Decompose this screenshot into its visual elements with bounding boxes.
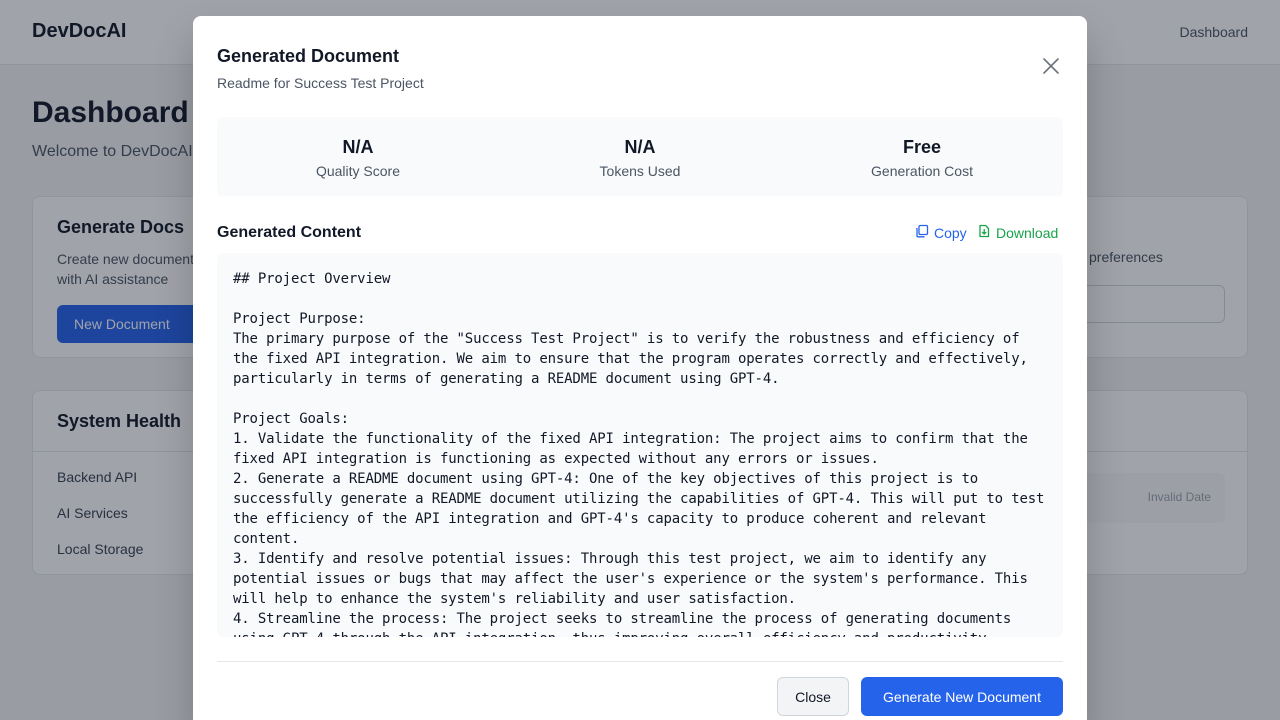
generate-new-document-button[interactable]: Generate New Document xyxy=(861,677,1063,716)
stat-value: N/A xyxy=(342,137,374,157)
stat-label: Generation Cost xyxy=(871,163,973,179)
copy-icon xyxy=(915,224,929,241)
generated-content-heading: Generated Content xyxy=(217,224,362,241)
close-icon[interactable] xyxy=(1039,54,1063,78)
copy-label: Copy xyxy=(934,224,967,241)
download-button[interactable]: Download xyxy=(977,224,1058,241)
generation-stats: N/A Quality Score N/A Tokens Used Free G… xyxy=(217,117,1063,196)
download-file-icon xyxy=(977,224,991,241)
modal-subtitle: Readme for Success Test Project xyxy=(217,75,424,91)
generated-content-text: ## Project Overview Project Purpose: The… xyxy=(233,271,1045,637)
modal-title: Generated Document xyxy=(217,46,400,66)
generated-content-box[interactable]: ## Project Overview Project Purpose: The… xyxy=(217,253,1063,637)
stat-label: Tokens Used xyxy=(599,163,681,179)
modal-footer-divider xyxy=(217,661,1063,662)
stat-value: Free xyxy=(902,137,942,157)
close-button[interactable]: Close xyxy=(777,677,849,716)
stat-value: N/A xyxy=(624,137,656,157)
generated-document-modal: Generated Document Readme for Success Te… xyxy=(193,16,1087,720)
stat-label: Quality Score xyxy=(315,163,401,179)
copy-button[interactable]: Copy xyxy=(915,224,967,241)
download-label: Download xyxy=(996,224,1059,241)
